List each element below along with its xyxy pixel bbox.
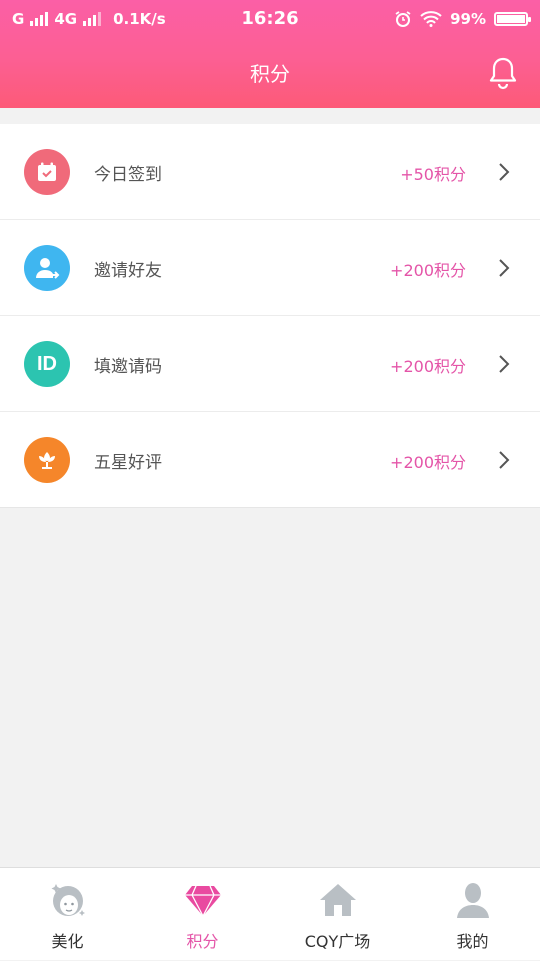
calendar-check-icon bbox=[24, 149, 70, 195]
task-row-rating[interactable]: 五星好评 +200积分 bbox=[0, 412, 540, 508]
alarm-icon bbox=[395, 11, 411, 27]
task-label: 填邀请码 bbox=[94, 357, 162, 377]
chevron-right-icon bbox=[499, 163, 510, 181]
chevron-right-icon bbox=[499, 259, 510, 277]
task-label: 邀请好友 bbox=[94, 261, 162, 281]
chevron-right-icon bbox=[499, 355, 510, 373]
tab-label: CQY广场 bbox=[304, 932, 371, 951]
invite-user-icon bbox=[24, 245, 70, 291]
task-label: 今日签到 bbox=[94, 165, 162, 185]
task-points: +50积分 bbox=[400, 165, 466, 184]
bell-icon[interactable] bbox=[488, 56, 518, 90]
status-bar: G 4G 0.1K/s 16:26 99% bbox=[0, 0, 540, 38]
chevron-right-icon bbox=[499, 451, 510, 469]
task-row-invite-code[interactable]: ID 填邀请码 +200积分 bbox=[0, 316, 540, 412]
task-list: 今日签到 +50积分 邀请好友 +200积分 ID 填邀请码 +200积分 五星… bbox=[0, 124, 540, 508]
app-header: G 4G 0.1K/s 16:26 99% 积分 bbox=[0, 0, 540, 108]
battery-icon bbox=[494, 12, 531, 26]
tab-label: 美化 bbox=[51, 932, 84, 951]
id-icon-text: ID bbox=[37, 352, 57, 375]
id-icon: ID bbox=[24, 341, 70, 387]
tab-label: 我的 bbox=[456, 932, 489, 951]
page-title: 积分 bbox=[250, 62, 290, 86]
task-row-invite[interactable]: 邀请好友 +200积分 bbox=[0, 220, 540, 316]
task-points: +200积分 bbox=[390, 357, 466, 376]
diamond-icon bbox=[184, 885, 221, 917]
tab-plaza[interactable]: CQY广场 bbox=[270, 868, 405, 961]
tab-label: 积分 bbox=[186, 932, 219, 951]
tab-profile[interactable]: 我的 bbox=[405, 868, 540, 961]
home-icon bbox=[319, 884, 356, 916]
task-row-checkin[interactable]: 今日签到 +50积分 bbox=[0, 124, 540, 220]
tab-beautify[interactable]: 美化 bbox=[0, 868, 135, 961]
task-points: +200积分 bbox=[390, 261, 466, 280]
flower-icon bbox=[24, 437, 70, 483]
user-icon bbox=[456, 883, 489, 918]
task-label: 五星好评 bbox=[94, 453, 162, 473]
bottom-tab-bar: 美化 积分 CQY广场 我的 bbox=[0, 867, 540, 960]
wifi-icon bbox=[420, 11, 442, 27]
tab-points[interactable]: 积分 bbox=[135, 868, 270, 961]
face-icon bbox=[51, 884, 85, 916]
task-points: +200积分 bbox=[390, 453, 466, 472]
battery-percent: 99% bbox=[450, 10, 486, 28]
